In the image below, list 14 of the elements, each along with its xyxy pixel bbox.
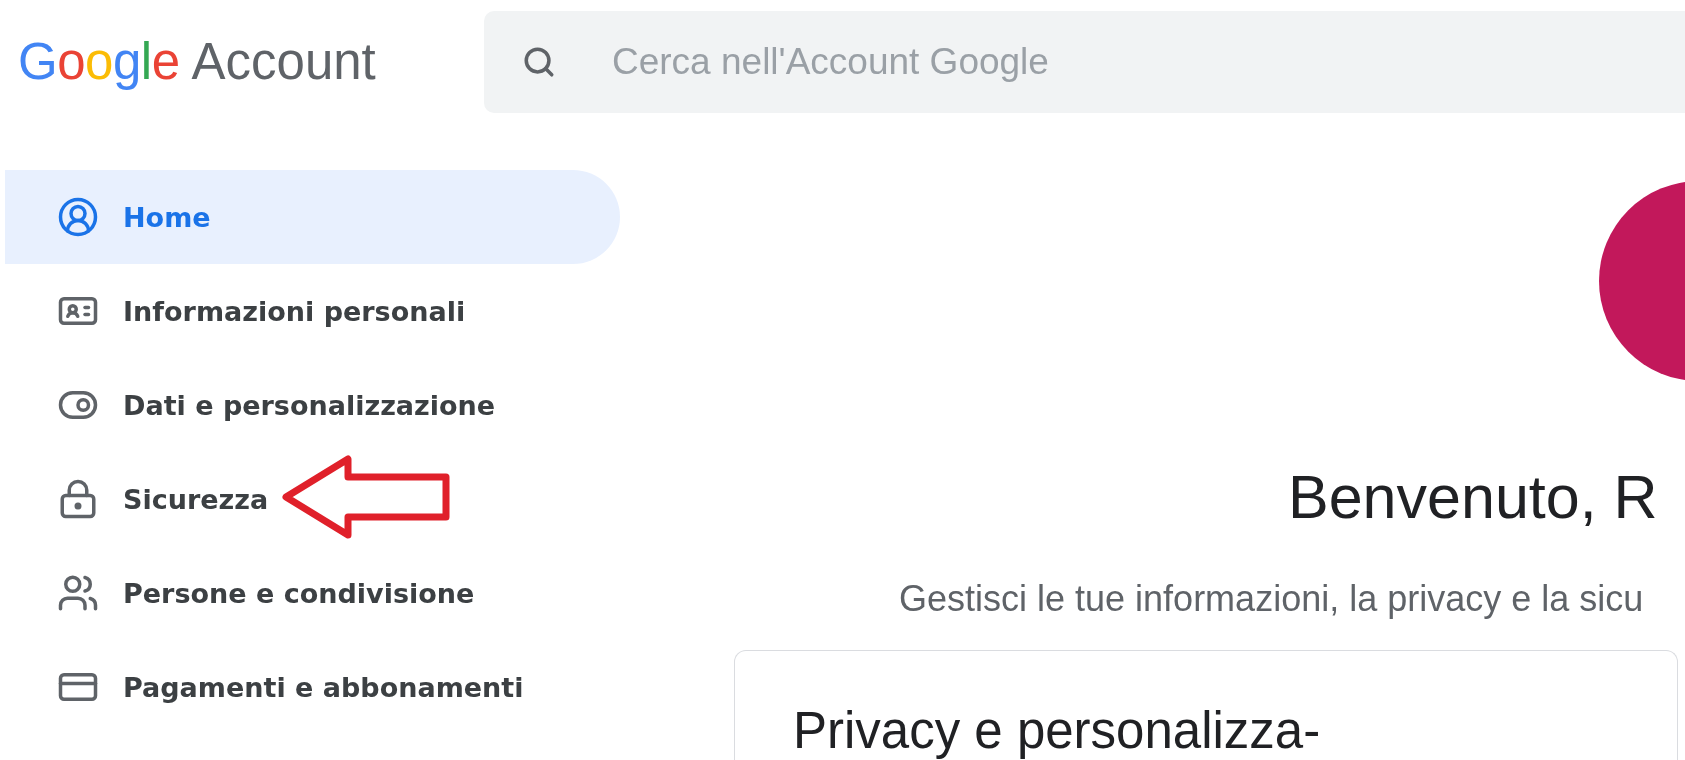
search-icon	[522, 44, 556, 79]
welcome-subtitle: Gestisci le tue informazioni, la privacy e la sicu	[899, 578, 1645, 620]
search-field[interactable]: Cerca nell'Account Google	[612, 40, 1312, 83]
sidebar-item[interactable]: Informazioni personali	[5, 264, 620, 358]
sidebar-item[interactable]: Persone e condivisione	[5, 546, 620, 640]
sidebar-item[interactable]: Dati e personalizzazione	[5, 358, 620, 452]
sidebar-item[interactable]: Sicurezza	[5, 452, 620, 546]
google-logo: Google	[18, 32, 180, 91]
card-title: Privacy e personalizza-	[793, 701, 1322, 760]
welcome-heading: Benvenuto, R	[1288, 462, 1659, 532]
sidebar-item[interactable]: Pagamenti e abbonamenti	[5, 640, 620, 734]
logo-product-name: Account	[191, 32, 376, 91]
sidebar-item[interactable]: Home	[5, 170, 620, 264]
account-circle-icon	[57, 196, 99, 238]
